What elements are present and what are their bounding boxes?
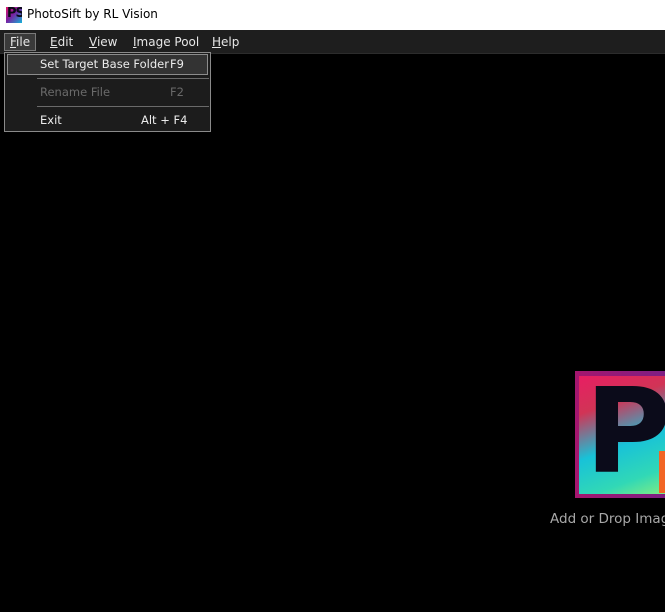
logo-gradient: P bbox=[579, 371, 665, 496]
menu-view[interactable]: View bbox=[84, 33, 122, 51]
menu-item-shortcut: Alt + F4 bbox=[141, 113, 188, 127]
window-title: PhotoSift by RL Vision bbox=[27, 7, 158, 21]
menu-help[interactable]: Help bbox=[207, 33, 244, 51]
logo-letter: P bbox=[585, 371, 665, 498]
menu-item-label: Set Target Base Folder bbox=[40, 57, 169, 71]
menu-item-shortcut: F2 bbox=[170, 85, 184, 99]
menu-item-set-target-base-folder[interactable]: Set Target Base Folder F9 bbox=[7, 54, 208, 75]
menu-file[interactable]: File bbox=[4, 33, 37, 51]
menu-separator bbox=[37, 78, 209, 79]
menu-item-label: Rename File bbox=[40, 85, 111, 99]
title-bar: PS PhotoSift by RL Vision bbox=[0, 0, 665, 30]
menu-item-exit[interactable]: Exit Alt + F4 bbox=[7, 110, 208, 131]
drop-hint-text[interactable]: Add or Drop Image bbox=[550, 511, 665, 527]
app-icon: PS bbox=[6, 7, 22, 23]
menu-item-label: Exit bbox=[40, 113, 62, 127]
menu-bar: File Edit View Image Pool Help bbox=[0, 30, 665, 54]
logo-accent bbox=[659, 451, 665, 493]
menu-item-rename-file[interactable]: Rename File F2 bbox=[7, 82, 208, 103]
menu-image-pool[interactable]: Image Pool bbox=[128, 33, 204, 51]
photosift-logo: P bbox=[575, 371, 665, 498]
menu-item-shortcut: F9 bbox=[170, 57, 184, 71]
file-menu-dropdown: Set Target Base Folder F9 Rename File F2… bbox=[4, 52, 211, 132]
menu-edit[interactable]: Edit bbox=[45, 33, 78, 51]
menu-separator bbox=[37, 106, 209, 107]
